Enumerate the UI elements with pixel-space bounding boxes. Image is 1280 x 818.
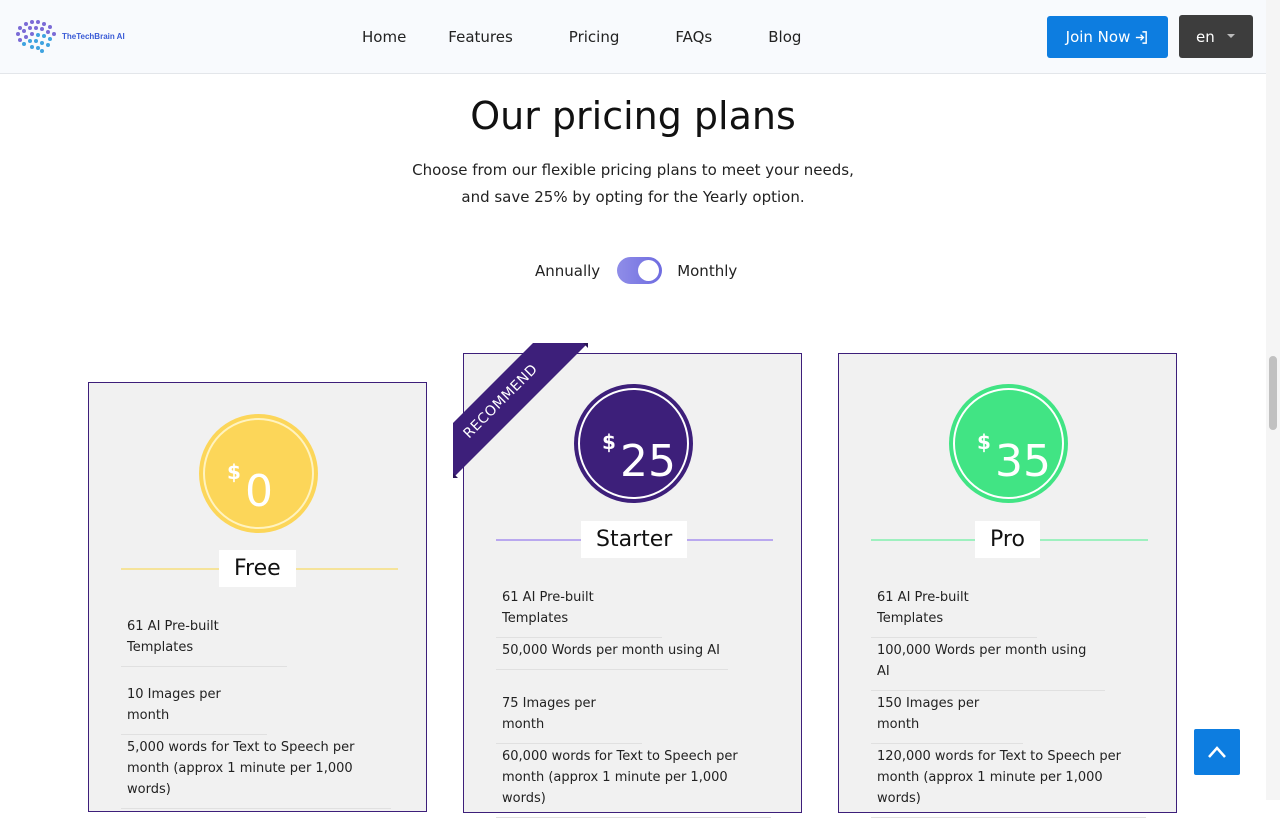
join-now-label: Join Now [1065,28,1131,46]
plan-feature: 61 AI Pre-built Templates [496,583,662,638]
main-nav: Home Features Pricing FAQs Blog [362,28,839,46]
price-badge-pro: $ 35 [949,384,1068,503]
plan-card-free: $ 0 Free 61 AI Pre-built Templates 10 Im… [88,382,427,812]
scrollbar-thumb[interactable] [1269,356,1277,430]
plan-feature: 61 AI Pre-built Templates [871,583,1037,638]
price-badge-free: $ 0 [199,414,318,533]
plan-feature: 10 Images per month [121,680,267,735]
recommend-ribbon: RECOMMEND [453,343,588,478]
language-value: en [1196,27,1215,46]
plan-name: Pro [975,521,1040,558]
toggle-knob [638,260,660,281]
nav-pricing[interactable]: Pricing [569,28,620,46]
chevron-up-icon [1208,746,1226,758]
billing-toggle-switch[interactable] [617,257,663,284]
plan-card-pro: $ 35 Pro 61 AI Pre-built Templates 100,0… [838,353,1177,818]
annually-label[interactable]: Annually [535,262,600,280]
language-select[interactable]: en [1179,15,1253,58]
join-now-button[interactable]: Join Now [1047,16,1168,58]
plan-feature: 150 Images per month [871,689,1023,744]
page-scrollbar[interactable] [1266,0,1280,800]
monthly-label[interactable]: Monthly [677,262,737,280]
plan-feature: 50,000 Words per month using AI [496,636,728,670]
brand-logo[interactable]: TheTechBrain AI [14,18,125,54]
plan-name: Free [219,550,296,587]
brand-name: TheTechBrain AI [62,31,125,41]
page-title: Our pricing plans [470,94,796,138]
plan-feature: 5,000 words for Text to Speech per month… [121,733,391,809]
plan-name: Starter [581,521,688,558]
chevron-down-icon [1227,34,1235,38]
plan-price: 0 [245,466,273,517]
brain-logo-icon [16,20,56,53]
plan-feature: 60,000 words for Text to Speech per mont… [496,742,771,818]
billing-toggle-row: Annually Monthly [535,257,737,284]
plan-price: 25 [620,436,676,487]
nav-home[interactable]: Home [362,28,406,46]
subtitle-line-2: and save 25% by opting for the Yearly op… [461,188,805,206]
plan-feature: 100,000 Words per month using AI [871,636,1105,691]
subtitle-line-1: Choose from our flexible pricing plans t… [412,161,854,179]
site-header: TheTechBrain AI Home Features Pricing FA… [0,0,1266,74]
page-subtitle: Choose from our flexible pricing plans t… [0,157,1266,211]
currency-symbol: $ [602,430,616,454]
nav-blog[interactable]: Blog [768,28,801,46]
nav-features[interactable]: Features [448,28,513,46]
nav-faqs[interactable]: FAQs [675,28,712,46]
plan-feature: 75 Images per month [496,689,642,744]
login-icon [1136,30,1148,44]
plan-feature: 120,000 words for Text to Speech per mon… [871,742,1146,818]
currency-symbol: $ [227,460,241,484]
currency-symbol: $ [977,430,991,454]
plan-feature: 61 AI Pre-built Templates [121,612,287,667]
plan-price: 35 [995,436,1051,487]
back-to-top-button[interactable] [1194,729,1240,775]
